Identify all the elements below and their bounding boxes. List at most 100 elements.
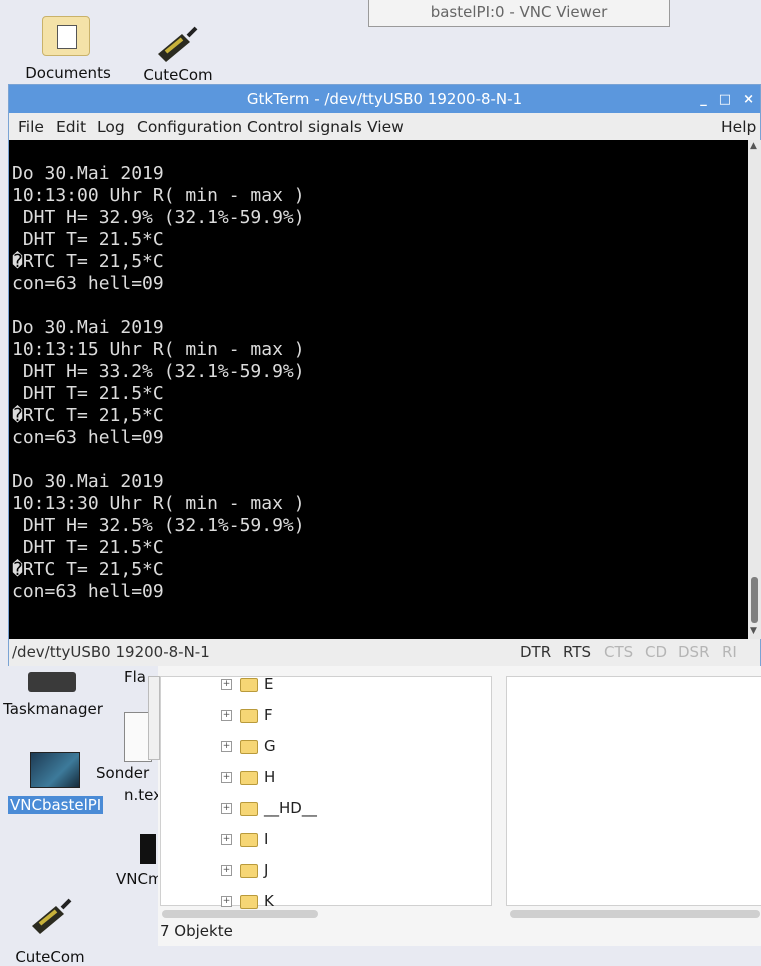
terminal-line: DHT T= 21.5*C (12, 229, 164, 250)
minimize-button[interactable]: _ (700, 92, 707, 107)
documents-icon (42, 16, 90, 56)
folder-icon (240, 708, 258, 723)
terminal-line: DHT T= 21.5*C (12, 537, 164, 558)
terminal-line: Do 30.Mai 2019 (12, 163, 164, 184)
terminal-line: DHT H= 33.2% (32.1%-59.9%) (12, 361, 305, 382)
expand-icon[interactable]: + (221, 834, 232, 845)
terminal-text: Do 30.Mai 2019 10:13:00 Uhr R( min - max … (12, 163, 305, 603)
folder-icon (240, 801, 258, 816)
file-list-pane[interactable] (506, 676, 761, 906)
expand-icon[interactable]: + (221, 772, 232, 783)
vncm-desktop-icon[interactable]: VNCm (110, 832, 163, 892)
menu-help[interactable]: Help (721, 118, 756, 136)
expand-icon[interactable]: + (221, 679, 232, 690)
folder-icon (240, 677, 258, 692)
scrollbar-thumb[interactable] (751, 577, 758, 623)
tree-item[interactable]: + I (221, 830, 268, 848)
window-controls: _ □ × (700, 85, 754, 113)
expand-icon[interactable]: + (221, 803, 232, 814)
menu-file[interactable]: File (18, 118, 44, 136)
tree-item[interactable]: + E (221, 675, 273, 693)
expand-icon[interactable]: + (221, 741, 232, 752)
window-title: GtkTerm - /dev/ttyUSB0 19200-8-N-1 (246, 90, 523, 108)
taskmanager-icon (28, 672, 76, 692)
tree-item[interactable]: + __HD__ (221, 799, 317, 817)
scroll-down-arrow-icon[interactable]: ▼ (750, 626, 757, 636)
terminal-line: DHT T= 21.5*C (12, 383, 164, 404)
folder-icon (240, 894, 258, 909)
expand-icon[interactable]: + (221, 896, 232, 907)
object-count-status: 7 Objekte (160, 922, 233, 940)
menu-configuration[interactable]: Configuration (137, 118, 242, 136)
cutecom-label-bottom: CuteCom (15, 948, 85, 966)
vnc-viewer-title: bastelPI:0 - VNC Viewer (368, 0, 670, 27)
folder-icon (240, 739, 258, 754)
menu-log[interactable]: Log (97, 118, 125, 136)
vncm-label: VNCm (116, 870, 163, 888)
serial-connector-icon (32, 898, 72, 934)
window-titlebar[interactable]: GtkTerm - /dev/ttyUSB0 19200-8-N-1 (9, 85, 760, 113)
cutecom-desktop-icon-top[interactable]: CuteCom (130, 14, 226, 84)
taskmanager-label: Taskmanager (3, 700, 103, 718)
folder-icon (240, 832, 258, 847)
file-manager-sidebar-edge (148, 676, 160, 760)
menu-view[interactable]: View (367, 118, 404, 136)
sonder-label-line1: Sonder (96, 764, 150, 782)
documents-label: Documents (25, 64, 111, 82)
signal-dtr: DTR (520, 643, 552, 661)
cutecom-label-top: CuteCom (143, 66, 213, 84)
tree-item[interactable]: + G (221, 737, 276, 755)
tree-item[interactable]: + F (221, 706, 273, 724)
tree-item-label: K (264, 892, 274, 910)
signal-ri: RI (722, 643, 737, 661)
terminal-line: �RTC T= 21,5*C (12, 251, 164, 272)
tree-item[interactable]: + K (221, 892, 274, 910)
terminal-line: Do 30.Mai 2019 (12, 471, 164, 492)
terminal-line: 10:13:30 Uhr R( min - max ) (12, 493, 305, 514)
folder-icon (240, 863, 258, 878)
tree-horizontal-scrollbar[interactable] (162, 910, 318, 918)
screenshot-thumbnail-icon (30, 752, 80, 788)
terminal-line: 10:13:00 Uhr R( min - max ) (12, 185, 305, 206)
close-button[interactable]: × (743, 92, 754, 107)
expand-icon[interactable]: + (221, 865, 232, 876)
menu-bar: File Edit Log Configuration Control sign… (9, 113, 760, 139)
maximize-button[interactable]: □ (719, 92, 731, 107)
menu-control-signals[interactable]: Control signals (247, 118, 362, 136)
tree-item-label: G (264, 737, 276, 755)
terminal-line: �RTC T= 21,5*C (12, 405, 164, 426)
terminal-app-icon (140, 834, 156, 864)
terminal-line: 10:13:15 Uhr R( min - max ) (12, 339, 305, 360)
gtkterm-window: GtkTerm - /dev/ttyUSB0 19200-8-N-1 _ □ ×… (8, 84, 761, 666)
tree-item[interactable]: + H (221, 768, 275, 786)
vncbastelpi-label: VNCbastelPI (8, 796, 104, 814)
terminal-line: con=63 hell=09 (12, 581, 164, 602)
terminal-scrollbar[interactable]: ▲ ▼ (748, 140, 761, 639)
expand-icon[interactable]: + (221, 710, 232, 721)
tree-item-label: __HD__ (264, 799, 317, 817)
taskmanager-desktop-icon[interactable]: Taskmanager (0, 666, 106, 722)
cutecom-desktop-icon-bottom[interactable]: CuteCom (0, 894, 100, 966)
vncbastelpi-desktop-icon[interactable]: VNCbastelPI (6, 750, 104, 820)
terminal-output[interactable]: Do 30.Mai 2019 10:13:00 Uhr R( min - max … (9, 140, 748, 639)
tree-item-label: E (264, 675, 274, 693)
folder-icon (240, 770, 258, 785)
list-horizontal-scrollbar[interactable] (510, 910, 760, 918)
tree-item-label: J (264, 861, 269, 879)
terminal-line: DHT H= 32.9% (32.1%-59.9%) (12, 207, 305, 228)
menu-edit[interactable]: Edit (56, 118, 86, 136)
terminal-line: DHT H= 32.5% (32.1%-59.9%) (12, 515, 305, 536)
scroll-up-arrow-icon[interactable]: ▲ (750, 141, 757, 151)
file-manager-window: + E + F + G + H + __HD__ + I + J + K 7 Objekte (148, 666, 761, 946)
documents-desktop-icon[interactable]: Documents (20, 10, 116, 84)
sonder-label-line2: n.tex (124, 786, 162, 804)
terminal-line: Do 30.Mai 2019 (12, 317, 164, 338)
tree-item-label: F (264, 706, 273, 724)
signal-dsr: DSR (678, 643, 710, 661)
folder-tree-pane[interactable]: + E + F + G + H + __HD__ + I + J + K (160, 675, 492, 910)
signal-rts: RTS (563, 643, 592, 661)
tree-item[interactable]: + J (221, 861, 268, 879)
tree-item-label: I (264, 830, 269, 848)
